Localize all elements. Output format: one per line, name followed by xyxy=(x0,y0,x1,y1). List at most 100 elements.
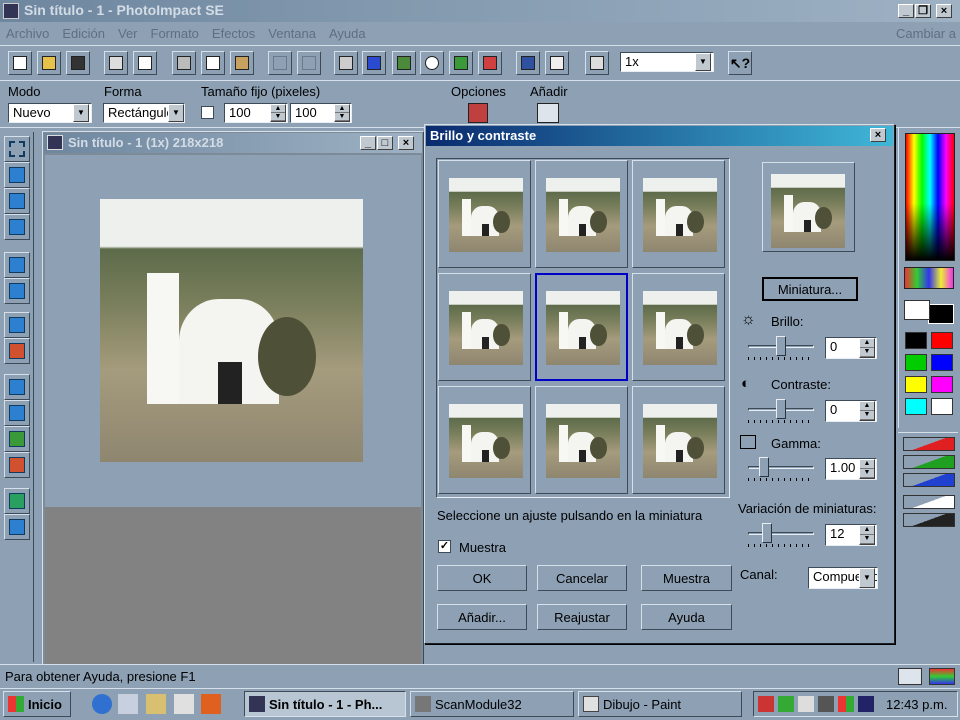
open-file-button[interactable] xyxy=(37,51,61,75)
dialog-title-bar[interactable]: Brillo y contraste × xyxy=(426,126,893,146)
redo-button[interactable] xyxy=(297,51,321,75)
doc-maximize-button[interactable]: □ xyxy=(377,136,393,150)
tray-icon-1[interactable] xyxy=(758,696,774,712)
context-help-button[interactable]: ↖? xyxy=(728,51,752,75)
variacion-spinner[interactable]: ▲ ▼ xyxy=(859,525,875,545)
thumb-2[interactable] xyxy=(632,160,725,268)
new-file-button[interactable] xyxy=(8,51,32,75)
tool-clone[interactable] xyxy=(4,426,30,452)
tool-eyedropper[interactable] xyxy=(4,252,30,278)
muestra-checkbox[interactable]: ✓ xyxy=(438,540,451,553)
gamma-slider[interactable] xyxy=(748,455,814,481)
brillo-slider[interactable] xyxy=(748,334,814,360)
modo-dropdown-button[interactable]: ▼ xyxy=(73,104,89,122)
doc-title-bar[interactable]: Sin título - 1 (1x) 218x218 _ □ × xyxy=(44,133,422,153)
zoom-dropdown-button[interactable]: ▼ xyxy=(695,53,711,71)
tool-pick[interactable] xyxy=(4,214,30,240)
tool-b-button[interactable] xyxy=(362,51,386,75)
canal-dropdown-button[interactable]: ▼ xyxy=(859,568,875,588)
paste-button[interactable] xyxy=(230,51,254,75)
color-spectrum[interactable] xyxy=(905,133,955,261)
width-spinner[interactable]: ▲ ▼ xyxy=(270,104,286,122)
red-channel-control[interactable] xyxy=(903,437,955,451)
clock[interactable]: 12:43 p.m. xyxy=(886,697,947,712)
volume-icon[interactable] xyxy=(798,696,814,712)
blue-channel-control[interactable] xyxy=(903,473,955,487)
minimize-button[interactable]: _ xyxy=(898,4,914,18)
menu-ayuda[interactable]: Ayuda xyxy=(329,26,366,41)
swatch-3[interactable] xyxy=(931,354,953,371)
tray-icon-5[interactable] xyxy=(838,696,854,712)
tool-paint[interactable] xyxy=(4,374,30,400)
tool-d-button[interactable] xyxy=(420,51,444,75)
tool-i-button[interactable] xyxy=(585,51,609,75)
thumb-8[interactable] xyxy=(632,386,725,494)
palette-button[interactable] xyxy=(904,267,954,289)
contraste-slider[interactable] xyxy=(748,397,814,423)
contraste-spinner[interactable]: ▲ ▼ xyxy=(859,401,875,421)
task-scanmodule[interactable]: ScanModule32 xyxy=(410,691,574,717)
thumb-0[interactable] xyxy=(438,160,531,268)
foreground-color-swatch[interactable] xyxy=(904,300,930,320)
tool-text[interactable] xyxy=(4,488,30,514)
menu-efectos[interactable]: Efectos xyxy=(212,26,255,41)
undo-button[interactable] xyxy=(268,51,292,75)
tamano-checkbox[interactable] xyxy=(201,106,214,119)
maximize-button[interactable]: ❐ xyxy=(915,4,931,18)
cut-button[interactable] xyxy=(172,51,196,75)
background-color-swatch[interactable] xyxy=(928,304,954,324)
thumb-4[interactable] xyxy=(535,273,628,381)
task-photoimpact[interactable]: Sin título - 1 - Ph... xyxy=(244,691,406,717)
doc-close-button[interactable]: × xyxy=(398,136,414,150)
cambiar-a-link[interactable]: Cambiar a xyxy=(896,26,956,41)
opciones-button[interactable] xyxy=(468,103,488,123)
brightness-control[interactable] xyxy=(903,495,955,509)
menu-ventana[interactable]: Ventana xyxy=(268,26,316,41)
menu-archivo[interactable]: Archivo xyxy=(6,26,49,41)
desktop-icon[interactable] xyxy=(146,694,166,714)
thumb-5[interactable] xyxy=(632,273,725,381)
swatch-5[interactable] xyxy=(931,376,953,393)
tool-c-button[interactable] xyxy=(392,51,416,75)
swatch-0[interactable] xyxy=(905,332,927,349)
tool-select[interactable] xyxy=(4,136,30,162)
contrast-control[interactable] xyxy=(903,513,955,527)
thumb-1[interactable] xyxy=(535,160,628,268)
menu-edicion[interactable]: Edición xyxy=(62,26,105,41)
copy-button[interactable] xyxy=(201,51,225,75)
status-icon-b[interactable] xyxy=(929,668,955,685)
swatch-1[interactable] xyxy=(931,332,953,349)
anadir-dialog-button[interactable]: Añadir... xyxy=(437,604,527,630)
print-button[interactable] xyxy=(104,51,128,75)
thumb-3[interactable] xyxy=(438,273,531,381)
close-button[interactable]: × xyxy=(936,4,952,18)
tray-icon-2[interactable] xyxy=(778,696,794,712)
doc-image[interactable] xyxy=(100,199,363,462)
tool-line[interactable] xyxy=(4,514,30,540)
swatch-7[interactable] xyxy=(931,398,953,415)
tool-transform[interactable] xyxy=(4,312,30,338)
tool-zoom[interactable] xyxy=(4,278,30,304)
powerpoint-icon[interactable] xyxy=(201,694,221,714)
tool-e-button[interactable] xyxy=(449,51,473,75)
miniatura-button[interactable]: Miniatura... xyxy=(762,277,858,301)
app-title-bar[interactable]: Sin título - 1 - PhotoImpact SE _ ❐ × xyxy=(0,0,960,22)
dialog-close-button[interactable]: × xyxy=(870,128,886,142)
anadir-button[interactable] xyxy=(537,103,559,123)
green-channel-control[interactable] xyxy=(903,455,955,469)
save-button[interactable] xyxy=(66,51,90,75)
tool-wand[interactable] xyxy=(4,188,30,214)
muestra-button[interactable]: Muestra xyxy=(641,565,732,591)
tray-icon-6[interactable] xyxy=(858,696,874,712)
doc-minimize-button[interactable]: _ xyxy=(360,136,376,150)
task-paint[interactable]: Dibujo - Paint xyxy=(578,691,742,717)
brillo-spinner[interactable]: ▲ ▼ xyxy=(859,338,875,358)
thumb-6[interactable] xyxy=(438,386,531,494)
thumb-7[interactable] xyxy=(535,386,628,494)
status-icon-a[interactable] xyxy=(898,668,922,685)
menu-ver[interactable]: Ver xyxy=(118,26,138,41)
swatch-6[interactable] xyxy=(905,398,927,415)
ayuda-button[interactable]: Ayuda xyxy=(641,604,732,630)
tool-h-button[interactable] xyxy=(545,51,569,75)
tool-lasso[interactable] xyxy=(4,162,30,188)
